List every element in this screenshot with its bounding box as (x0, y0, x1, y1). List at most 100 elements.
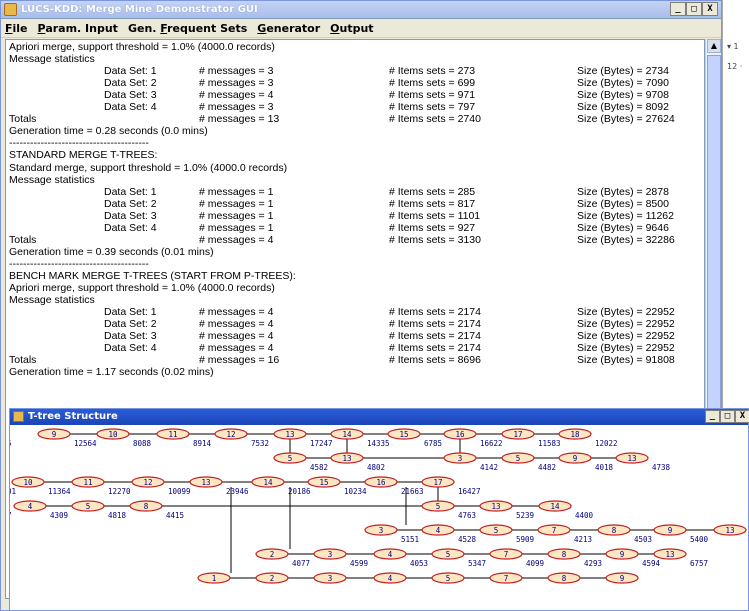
ttree-titlebar[interactable]: T-tree Structure _ □ X (10, 409, 749, 425)
tree-node-label: 3 (458, 454, 463, 463)
tree-node-label: 14 (263, 478, 273, 487)
size-value: Size (Bytes) = 2878 (577, 185, 669, 198)
stats-row: Data Set: 1 # messages = 1 # Items sets = … (9, 186, 699, 198)
dataset-label: Data Set: 1 (104, 65, 157, 78)
messages-value: # messages = 1 (199, 197, 274, 210)
stats-row: Data Set: 2 # messages = 3 # Items sets = … (9, 77, 699, 89)
tree-node-label: 8 (612, 526, 617, 535)
dataset-label: Data Set: 1 (104, 185, 157, 198)
dataset-label: Data Set: 3 (104, 330, 157, 343)
size-value: Size (Bytes) = 22952 (577, 306, 675, 319)
tree-node-support: 4053 (410, 559, 428, 568)
totals-label: Totals (9, 233, 37, 246)
output-line: Generation time = 1.17 seconds (0.02 min… (9, 366, 214, 379)
totals-row: Totals # messages = 16 # Items sets = 8696… (9, 354, 699, 366)
size-value: Size (Bytes) = 8092 (577, 101, 669, 114)
tree-node-label: 7 (504, 550, 509, 559)
maximize-button[interactable]: □ (720, 410, 735, 423)
itemsets-value: # Items sets = 285 (389, 185, 476, 198)
maximize-button[interactable]: □ (686, 2, 702, 16)
menu-gen-frequent-sets[interactable]: Gen. Frequent Sets (128, 22, 247, 35)
close-button[interactable]: X (702, 2, 718, 16)
size-value: Size (Bytes) = 11262 (577, 209, 674, 222)
minimize-button[interactable]: _ (705, 410, 720, 423)
tree-node-support: 5239 (516, 511, 534, 520)
itemsets-value: # Items sets = 2174 (389, 318, 481, 331)
tree-node-label: 9 (52, 430, 57, 439)
itemsets-value: # Items sets = 1101 (389, 209, 481, 222)
messages-value: # messages = 13 (199, 113, 280, 126)
messages-value: # messages = 4 (199, 318, 274, 331)
itemsets-value: # Items sets = 971 (389, 89, 476, 102)
tree-node-support: 7532 (251, 439, 269, 448)
tree-node-label: 18 (570, 430, 580, 439)
tree-node-support: 20186 (288, 487, 311, 496)
tree-node-support: 4213 (574, 535, 592, 544)
tree-node-label: 12 (226, 430, 235, 439)
tree-node-support: 21663 (401, 487, 424, 496)
tree-node-label: 7 (552, 526, 557, 535)
dataset-label: Data Set: 2 (104, 197, 157, 210)
tree-node-label: 14 (550, 502, 560, 511)
itemsets-value: # Items sets = 273 (389, 65, 476, 78)
output-line: BENCH MARK MERGE T-TREES (START FROM P-T… (9, 269, 296, 282)
tree-node-support: 11583 (538, 439, 561, 448)
tree-node-support: 4482 (538, 463, 556, 472)
messages-value: # messages = 1 (199, 209, 274, 222)
itemsets-value: # Items sets = 817 (389, 197, 476, 210)
tree-node-label: 11 (168, 430, 177, 439)
dataset-label: Data Set: 2 (104, 318, 157, 331)
ttree-window: T-tree Structure _ □ X 59125641080881189… (9, 408, 749, 611)
app-icon (4, 3, 17, 16)
tree-node-label: 17 (433, 478, 442, 487)
size-value: Size (Bytes) = 22952 (577, 330, 675, 343)
itemsets-value: # Items sets = 2740 (389, 113, 481, 126)
messages-value: # messages = 4 (199, 330, 274, 343)
tree-node-label: 12 (143, 478, 152, 487)
tree-node-support: 17247 (310, 439, 333, 448)
output-line: Generation time = 0.28 seconds (0.0 mins… (9, 125, 208, 138)
messages-value: # messages = 4 (199, 306, 274, 319)
tree-node-support: 4802 (367, 463, 385, 472)
tree-node-label: 1 (212, 574, 217, 583)
scroll-up-arrow-icon[interactable]: ▲ (707, 39, 721, 53)
stats-row: Data Set: 1 # messages = 3 # Items sets = … (9, 65, 699, 77)
close-button[interactable]: X (735, 410, 749, 423)
stats-row: Data Set: 4 # messages = 3 # Items sets = … (9, 101, 699, 113)
tree-node-label: 13 (342, 454, 351, 463)
itemsets-value: # Items sets = 2174 (389, 342, 481, 355)
ttree-canvas[interactable]: 5912564108088118914127532131724714143351… (10, 425, 749, 611)
tree-node-support: 11364 (48, 487, 71, 496)
tree-node-label: 9 (620, 574, 625, 583)
window-buttons: _ □ X (705, 410, 749, 423)
minimize-button[interactable]: _ (670, 2, 686, 16)
tree-node-support: 01 (10, 487, 16, 496)
output-line: Message statistics (9, 53, 95, 66)
stats-row: Data Set: 3 # messages = 4 # Items sets = … (9, 330, 699, 342)
tree-node-label: 5 (446, 550, 451, 559)
tree-node-label: 3 (379, 526, 384, 535)
size-value: Size (Bytes) = 32286 (577, 233, 675, 246)
tree-node-label: 13 (665, 550, 674, 559)
menu-file[interactable]: File (5, 22, 28, 35)
main-titlebar[interactable]: LUCS-KDD: Merge Mine Demonstrator GUI _ … (1, 1, 721, 19)
tree-node-support: 14335 (367, 439, 390, 448)
tree-node-support: 4503 (634, 535, 652, 544)
tree-node-label: 17 (513, 430, 522, 439)
menu-output[interactable]: Output (330, 22, 373, 35)
menu-param-input[interactable]: Param. Input (38, 22, 118, 35)
tree-node-label: 5 (494, 526, 499, 535)
stats-row: Data Set: 2 # messages = 4 # Items sets = … (9, 318, 699, 330)
tree-node-label: 9 (573, 454, 578, 463)
tree-node-label: 15 (399, 430, 408, 439)
tree-node-label: 16 (455, 430, 465, 439)
menu-generator[interactable]: Generator (257, 22, 320, 35)
output-line: Message statistics (9, 173, 95, 186)
tree-node-support: 4400 (575, 511, 594, 520)
tree-node-label: 2 (270, 550, 275, 559)
tree-node-label: 9 (668, 526, 673, 535)
tree-node-label: 13 (627, 454, 636, 463)
tree-node-support: 4818 (108, 511, 127, 520)
tree-node-support: 7 (10, 511, 12, 520)
totals-row: Totals # messages = 13 # Items sets = 2740… (9, 113, 699, 125)
